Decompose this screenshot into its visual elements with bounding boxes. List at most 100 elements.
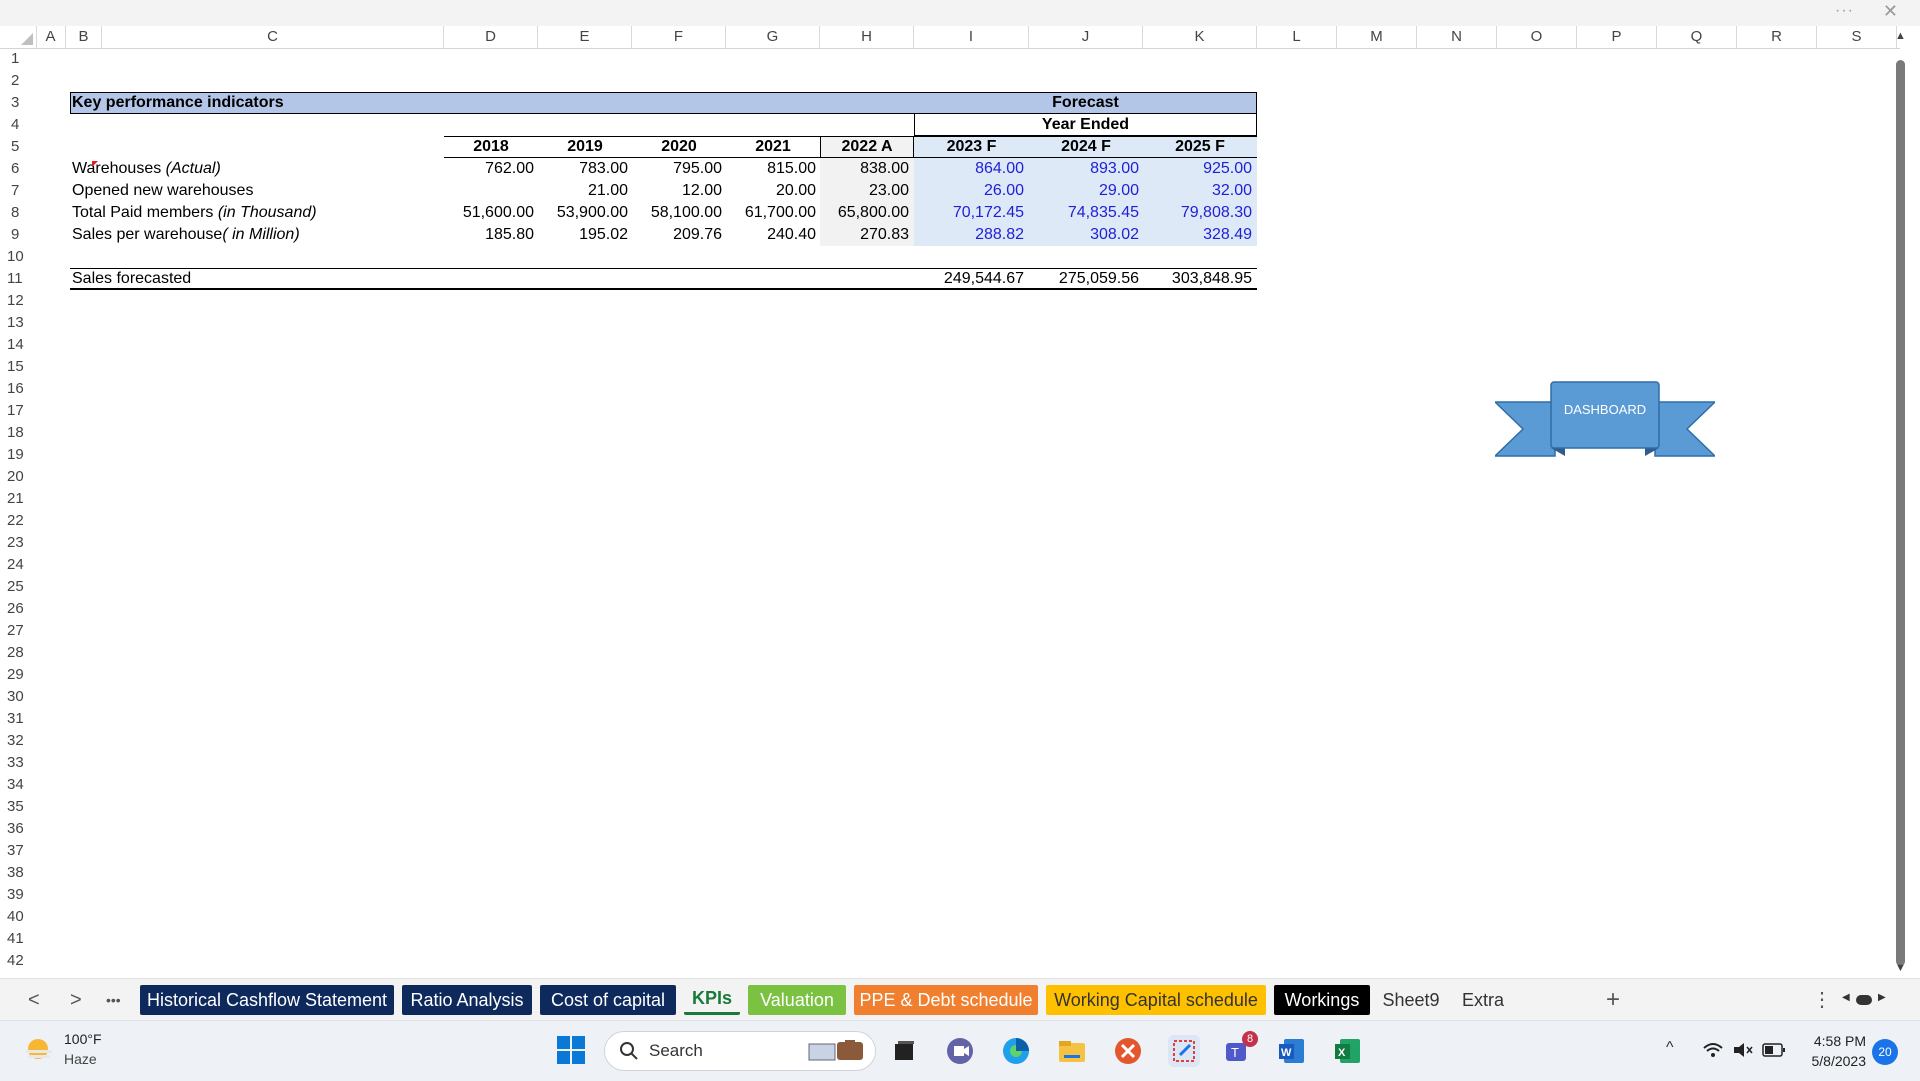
column-header-o[interactable]: O — [1497, 26, 1577, 48]
dashboard-button[interactable]: DASHBOARD — [1493, 378, 1717, 464]
sheet-tab-working-capital-schedule[interactable]: Working Capital schedule — [1046, 985, 1266, 1015]
column-header-j[interactable]: J — [1029, 26, 1143, 48]
sales-forecasted-label[interactable]: Sales forecasted — [72, 268, 191, 290]
column-header-p[interactable]: P — [1577, 26, 1657, 48]
tab-menu-icon[interactable]: ⋮ — [1812, 985, 1832, 1015]
sheet-tab-historical-cashflow-statement[interactable]: Historical Cashflow Statement — [140, 985, 394, 1015]
sheet-tab-ppe-debt-schedule[interactable]: PPE & Debt schedule — [854, 985, 1038, 1015]
wifi-icon[interactable] — [1702, 1041, 1724, 1059]
row-header-21[interactable]: 21 — [0, 488, 30, 510]
column-header-r[interactable]: R — [1737, 26, 1817, 48]
row-header-33[interactable]: 33 — [0, 752, 30, 774]
column-header-s[interactable]: S — [1817, 26, 1897, 48]
column-header-l[interactable]: L — [1257, 26, 1337, 48]
cell-g8[interactable]: 61,700.00 — [726, 202, 816, 224]
row-header-38[interactable]: 38 — [0, 862, 30, 884]
row-header-4[interactable]: 4 — [0, 114, 30, 136]
column-header-f[interactable]: F — [632, 26, 726, 48]
sheet-tab-valuation[interactable]: Valuation — [748, 985, 846, 1015]
row-header-1[interactable]: 1 — [0, 48, 30, 70]
cell-j6[interactable]: 893.00 — [1029, 158, 1139, 180]
teams-icon[interactable]: T 8 — [1222, 1031, 1258, 1067]
column-header-q[interactable]: Q — [1657, 26, 1737, 48]
cell-j7[interactable]: 29.00 — [1029, 180, 1139, 202]
snipping-tool-icon[interactable] — [1168, 1035, 1200, 1067]
year-2020[interactable]: 2020 — [632, 136, 726, 158]
forecast-label[interactable]: Forecast — [914, 92, 1257, 114]
row-header-18[interactable]: 18 — [0, 422, 30, 444]
select-all-corner[interactable] — [0, 26, 37, 48]
row-label-sales-per-warehouse[interactable]: Sales per warehouse( in Million) — [72, 224, 300, 246]
notification-badge[interactable]: 20 — [1872, 1039, 1898, 1065]
row-header-5[interactable]: 5 — [0, 136, 30, 158]
year-2022a[interactable]: 2022 A — [820, 136, 914, 158]
cell-h8[interactable]: 65,800.00 — [820, 202, 909, 224]
column-header-n[interactable]: N — [1417, 26, 1497, 48]
weather-desc[interactable]: Haze — [64, 1051, 97, 1067]
year-ended-label[interactable]: Year Ended — [914, 114, 1257, 136]
row-header-7[interactable]: 7 — [0, 180, 30, 202]
cell-g6[interactable]: 815.00 — [726, 158, 816, 180]
column-header-h[interactable]: H — [820, 26, 914, 48]
tab-scroll-control[interactable]: ◀ ▶ — [1842, 992, 1888, 1005]
column-header-g[interactable]: G — [726, 26, 820, 48]
column-header-b[interactable]: B — [66, 26, 102, 48]
scroll-up-icon[interactable]: ▲ — [1895, 30, 1906, 42]
year-2018[interactable]: 2018 — [444, 136, 538, 158]
year-2024f[interactable]: 2024 F — [1029, 136, 1143, 158]
excel-icon[interactable]: X — [1332, 1035, 1364, 1067]
row-header-23[interactable]: 23 — [0, 532, 30, 554]
cell-d8[interactable]: 51,600.00 — [444, 202, 534, 224]
kpi-title[interactable]: Key performance indicators — [72, 92, 284, 114]
cell-k7[interactable]: 32.00 — [1143, 180, 1252, 202]
cell-k11[interactable]: 303,848.95 — [1143, 268, 1252, 290]
row-header-26[interactable]: 26 — [0, 598, 30, 620]
cell-e9[interactable]: 195.02 — [538, 224, 628, 246]
cell-k6[interactable]: 925.00 — [1143, 158, 1252, 180]
row-header-31[interactable]: 31 — [0, 708, 30, 730]
cell-h9[interactable]: 270.83 — [820, 224, 909, 246]
row-header-8[interactable]: 8 — [0, 202, 30, 224]
row-header-17[interactable]: 17 — [0, 400, 30, 422]
cell-g9[interactable]: 240.40 — [726, 224, 816, 246]
chevron-up-icon[interactable]: ^ — [1666, 1039, 1674, 1057]
task-view-icon[interactable] — [888, 1035, 920, 1067]
row-header-41[interactable]: 41 — [0, 928, 30, 950]
row-label-opened-warehouses[interactable]: Opened new warehouses — [72, 180, 253, 202]
row-header-15[interactable]: 15 — [0, 356, 30, 378]
cell-e8[interactable]: 53,900.00 — [538, 202, 628, 224]
volume-icon[interactable] — [1732, 1041, 1754, 1059]
sheet-tab-workings[interactable]: Workings — [1274, 985, 1370, 1015]
row-header-39[interactable]: 39 — [0, 884, 30, 906]
row-header-30[interactable]: 30 — [0, 686, 30, 708]
row-header-25[interactable]: 25 — [0, 576, 30, 598]
app-icon[interactable] — [1112, 1035, 1144, 1067]
row-header-6[interactable]: 6 — [0, 158, 30, 180]
cell-i11[interactable]: 249,544.67 — [914, 268, 1024, 290]
sheet-tab-extra[interactable]: Extra — [1452, 985, 1514, 1015]
cell-i9[interactable]: 288.82 — [914, 224, 1024, 246]
row-header-9[interactable]: 9 — [0, 224, 30, 246]
row-header-13[interactable]: 13 — [0, 312, 30, 334]
row-header-16[interactable]: 16 — [0, 378, 30, 400]
row-header-20[interactable]: 20 — [0, 466, 30, 488]
column-header-m[interactable]: M — [1337, 26, 1417, 48]
tab-next-icon[interactable]: > — [70, 985, 82, 1015]
row-header-2[interactable]: 2 — [0, 70, 30, 92]
row-header-11[interactable]: 11 — [0, 268, 30, 290]
teams-chat-icon[interactable] — [944, 1035, 976, 1067]
row-label-paid-members[interactable]: Total Paid members (in Thousand) — [72, 202, 317, 224]
cell-d7[interactable] — [444, 180, 534, 202]
comment-indicator-icon[interactable] — [92, 161, 98, 167]
row-header-36[interactable]: 36 — [0, 818, 30, 840]
row-header-14[interactable]: 14 — [0, 334, 30, 356]
row-header-35[interactable]: 35 — [0, 796, 30, 818]
row-header-22[interactable]: 22 — [0, 510, 30, 532]
cell-f6[interactable]: 795.00 — [632, 158, 722, 180]
taskbar-clock[interactable]: 4:58 PM 5/8/2023 — [1802, 1031, 1867, 1071]
cell-h7[interactable]: 23.00 — [820, 180, 909, 202]
weather-icon[interactable] — [24, 1037, 54, 1063]
close-icon[interactable]: ✕ — [1883, 1, 1898, 22]
tab-more-icon[interactable]: ••• — [106, 985, 121, 1015]
year-2021[interactable]: 2021 — [726, 136, 820, 158]
